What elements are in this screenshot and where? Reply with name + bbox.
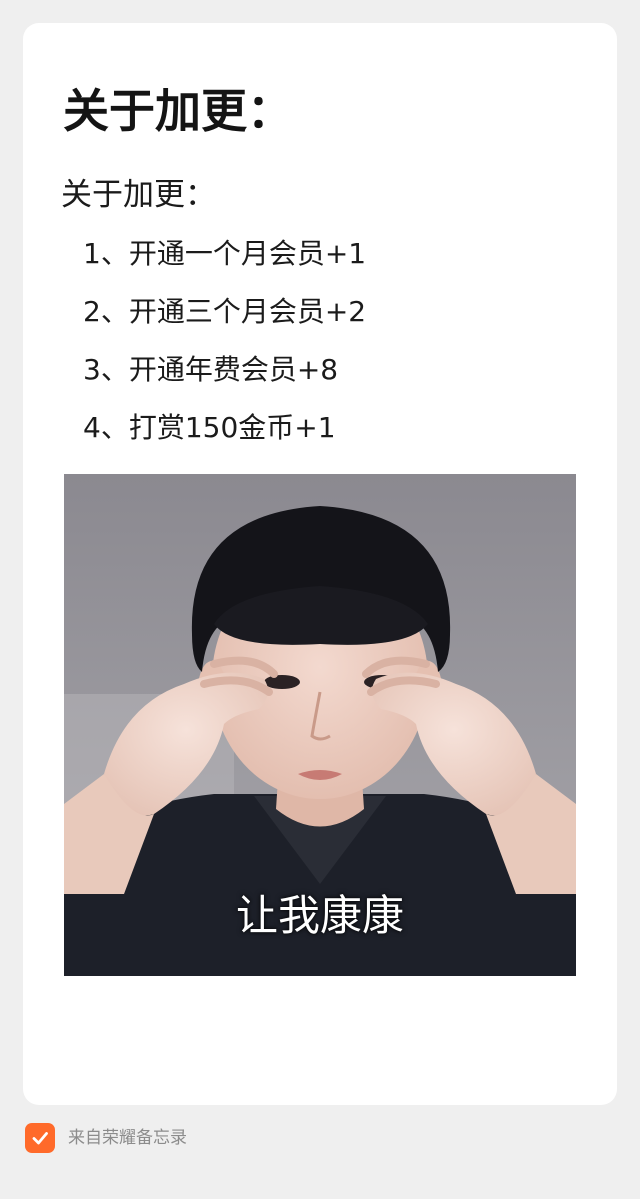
list-item: 4、打赏150金币+1 bbox=[83, 411, 336, 444]
checkmark-icon bbox=[25, 1123, 55, 1153]
note-subtitle: 关于加更： bbox=[61, 177, 216, 213]
source-label: 来自荣耀备忘录 bbox=[68, 1128, 187, 1148]
meme-photo[interactable]: 让我康康 bbox=[64, 474, 576, 976]
source-footer: 来自荣耀备忘录 bbox=[25, 1123, 187, 1153]
image-caption: 让我康康 bbox=[235, 891, 404, 940]
list-item: 2、开通三个月会员+2 bbox=[83, 295, 367, 328]
list-item: 3、开通年费会员+8 bbox=[83, 353, 339, 386]
note-title: 关于加更： bbox=[63, 84, 293, 138]
list-item: 1、开通一个月会员+1 bbox=[83, 237, 367, 270]
note-card: 关于加更： 关于加更： 1、开通一个月会员+1 2、开通三个月会员+2 3、开通… bbox=[23, 23, 617, 1105]
